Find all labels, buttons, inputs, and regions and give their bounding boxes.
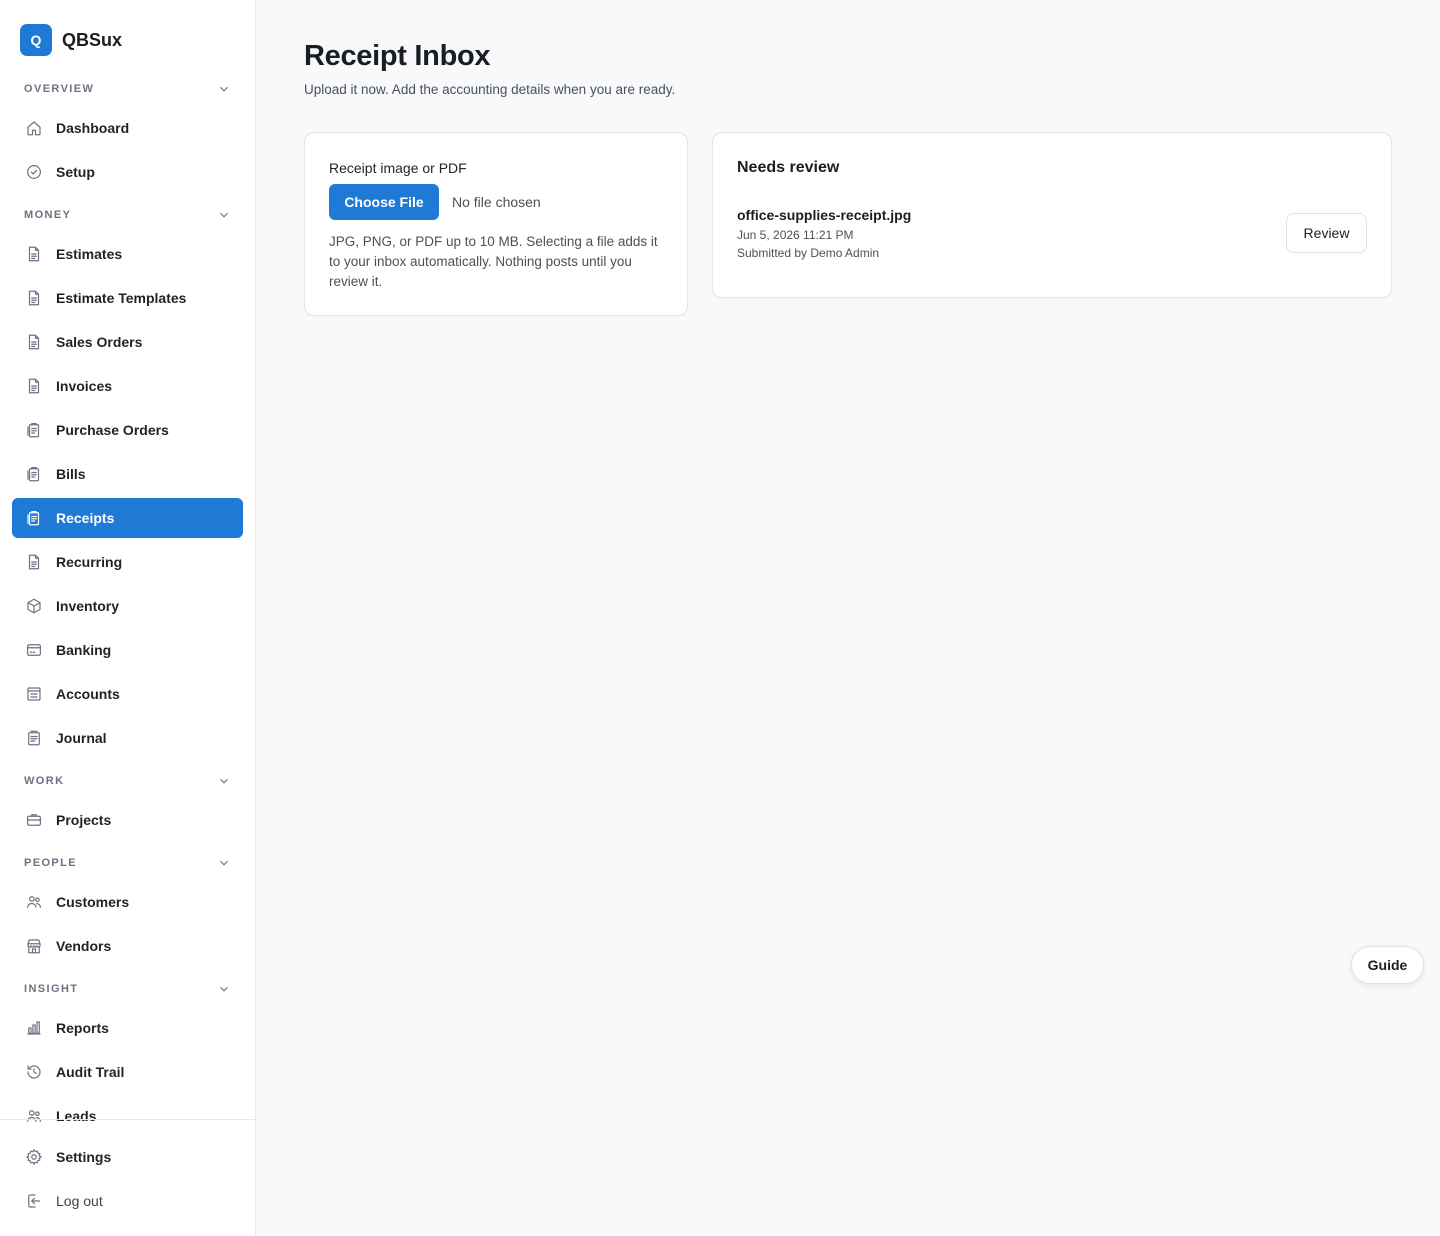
page-title: Receipt Inbox — [304, 40, 491, 72]
sidebar-item-label: Receipts — [56, 510, 115, 526]
sidebar-item-label: Settings — [56, 1149, 112, 1165]
sidebar-item-bills[interactable]: Bills — [12, 454, 243, 494]
sidebar-item-audit-trail[interactable]: Audit Trail — [12, 1052, 243, 1092]
sidebar-item-label: Setup — [56, 164, 95, 180]
review-button[interactable]: Review — [1286, 213, 1367, 253]
sidebar-nav: OVERVIEW Dashboard Setup MONEY Estimates Esti… — [0, 70, 255, 1140]
clipboard-icon — [24, 508, 44, 528]
sidebar-item-vendors[interactable]: Vendors — [12, 926, 243, 966]
journal-icon — [24, 728, 44, 748]
sidebar-item-label: Audit Trail — [56, 1064, 125, 1080]
sidebar-item-label: Projects — [56, 812, 112, 828]
section-label: OVERVIEW — [24, 83, 95, 95]
section-label: WORK — [24, 775, 65, 787]
sidebar-item-label: Accounts — [56, 686, 120, 702]
bank-card-icon — [24, 640, 44, 660]
sidebar-item-projects[interactable]: Projects — [12, 800, 243, 840]
document-icon — [24, 288, 44, 308]
users-icon — [24, 892, 44, 912]
logout-icon — [24, 1191, 44, 1211]
section-label: PEOPLE — [24, 857, 78, 869]
brand[interactable]: Q QBSux — [20, 24, 122, 56]
document-icon — [24, 332, 44, 352]
document-icon — [24, 552, 44, 572]
sidebar-item-accounts[interactable]: Accounts — [12, 674, 243, 714]
section-label: INSIGHT — [24, 983, 79, 995]
section-header-work[interactable]: WORK — [0, 762, 255, 800]
sidebar-item-journal[interactable]: Journal — [12, 718, 243, 758]
sidebar-item-estimates[interactable]: Estimates — [12, 234, 243, 274]
upload-field-label: Receipt image or PDF — [329, 160, 467, 176]
ledger-icon — [24, 684, 44, 704]
document-icon — [24, 244, 44, 264]
section-header-people[interactable]: PEOPLE — [0, 844, 255, 882]
clipboard-icon — [24, 464, 44, 484]
box-icon — [24, 596, 44, 616]
needs-review-card: Needs review office-supplies-receipt.jpg… — [712, 132, 1392, 298]
sidebar-item-label: Invoices — [56, 378, 113, 394]
sidebar-item-invoices[interactable]: Invoices — [12, 366, 243, 406]
guide-button[interactable]: Guide — [1351, 946, 1424, 984]
needs-review-title: Needs review — [737, 159, 840, 176]
bar-chart-icon — [24, 1018, 44, 1038]
upload-help-text: JPG, PNG, or PDF up to 10 MB. Selecting … — [329, 234, 658, 289]
upload-card: Receipt image or PDF Choose File No file… — [304, 132, 688, 316]
chevron-down-icon — [217, 856, 231, 870]
store-icon — [24, 936, 44, 956]
chevron-down-icon — [217, 208, 231, 222]
sidebar-item-label: Estimates — [56, 246, 123, 262]
receipt-file-name: office-supplies-receipt.jpg — [737, 207, 912, 223]
sidebar: Q QBSux OVERVIEW Dashboard Setup MONEY Estim… — [0, 0, 256, 1236]
sidebar-item-dashboard[interactable]: Dashboard — [12, 108, 243, 148]
sidebar-item-reports[interactable]: Reports — [12, 1008, 243, 1048]
sidebar-item-label: Customers — [56, 894, 130, 910]
sidebar-footer: Settings Log out — [0, 1119, 255, 1225]
section-header-insight[interactable]: INSIGHT — [0, 970, 255, 1008]
sidebar-item-label: Banking — [56, 642, 112, 658]
receipt-date: Jun 5, 2026 11:21 PM — [737, 228, 854, 242]
sidebar-item-receipts[interactable]: Receipts — [12, 498, 243, 538]
file-status-text: No file chosen — [452, 194, 541, 210]
sidebar-item-settings[interactable]: Settings — [12, 1137, 243, 1177]
sidebar-item-sales-orders[interactable]: Sales Orders — [12, 322, 243, 362]
sidebar-item-label: Dashboard — [56, 120, 130, 136]
sidebar-item-logout[interactable]: Log out — [12, 1181, 243, 1221]
section-header-money[interactable]: MONEY — [0, 196, 255, 234]
home-icon — [24, 118, 44, 138]
briefcase-icon — [24, 810, 44, 830]
history-icon — [24, 1062, 44, 1082]
sidebar-item-customers[interactable]: Customers — [12, 882, 243, 922]
chevron-down-icon — [217, 774, 231, 788]
sidebar-item-label: Estimate Templates — [56, 290, 187, 306]
section-label: MONEY — [24, 209, 72, 221]
brand-logo: Q — [20, 24, 52, 56]
chevron-down-icon — [217, 982, 231, 996]
sidebar-item-recurring[interactable]: Recurring — [12, 542, 243, 582]
sidebar-item-label: Sales Orders — [56, 334, 143, 350]
receipt-submitter: Submitted by Demo Admin — [737, 246, 880, 260]
document-icon — [24, 376, 44, 396]
sidebar-item-label: Bills — [56, 466, 86, 482]
sidebar-item-inventory[interactable]: Inventory — [12, 586, 243, 626]
sidebar-item-setup[interactable]: Setup — [12, 152, 243, 192]
sidebar-item-label: Log out — [56, 1193, 103, 1209]
check-circle-icon — [24, 162, 44, 182]
sidebar-item-banking[interactable]: Banking — [12, 630, 243, 670]
sidebar-item-label: Vendors — [56, 938, 112, 954]
page-subtitle: Upload it now. Add the accounting detail… — [304, 82, 676, 97]
sidebar-item-label: Purchase Orders — [56, 422, 169, 438]
clipboard-icon — [24, 420, 44, 440]
sidebar-item-label: Recurring — [56, 554, 123, 570]
gear-icon — [24, 1147, 44, 1167]
section-header-overview[interactable]: OVERVIEW — [0, 70, 255, 108]
choose-file-button[interactable]: Choose File — [329, 184, 439, 220]
sidebar-item-purchase-orders[interactable]: Purchase Orders — [12, 410, 243, 450]
sidebar-item-label: Inventory — [56, 598, 120, 614]
brand-name: QBSux — [62, 29, 123, 50]
sidebar-item-label: Reports — [56, 1020, 109, 1036]
chevron-down-icon — [217, 82, 231, 96]
sidebar-item-estimate-templates[interactable]: Estimate Templates — [12, 278, 243, 318]
sidebar-item-label: Journal — [56, 730, 107, 746]
